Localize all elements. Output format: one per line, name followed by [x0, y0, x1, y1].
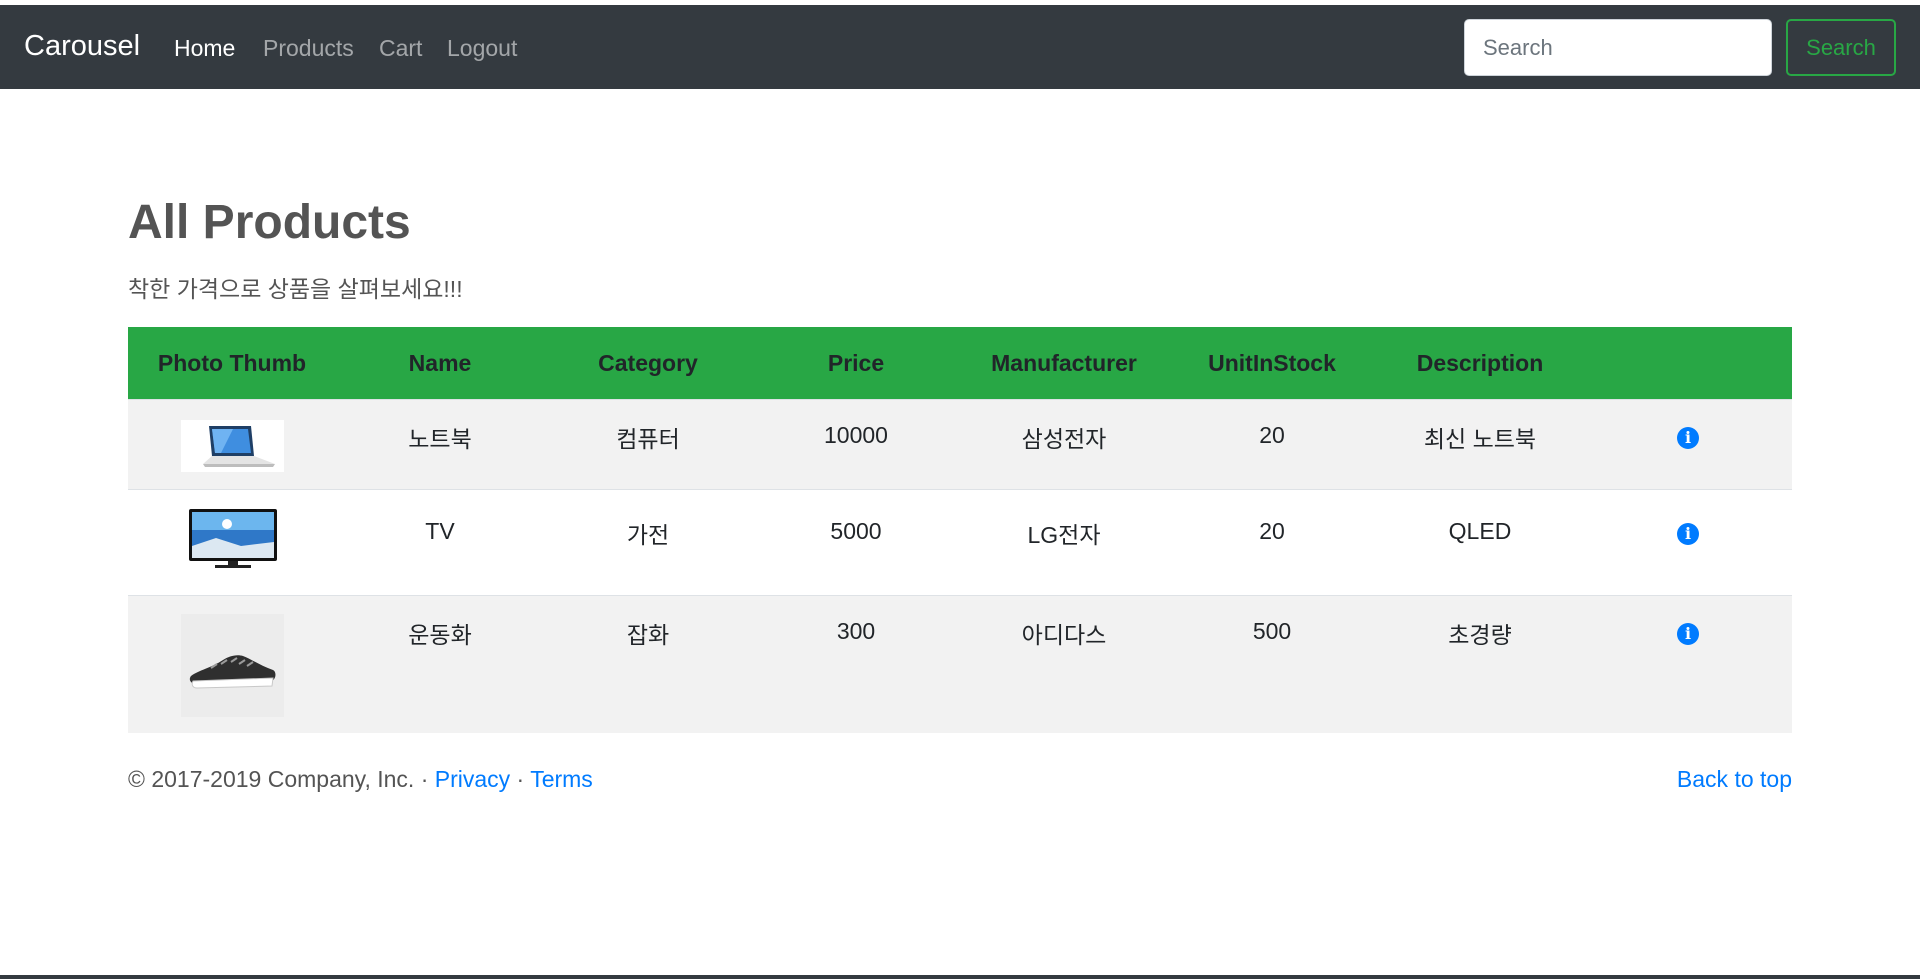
- product-unit-in-stock: 500: [1252, 618, 1292, 644]
- col-header-description: Description: [1416, 349, 1544, 376]
- photo-thumb-cell: [128, 596, 336, 717]
- table-row: TV 가전 5000 LG전자 20 QLED i: [128, 489, 1792, 595]
- product-manufacturer: LG전자: [1027, 522, 1101, 548]
- page-subtitle: 착한 가격으로 상품을 살펴보세요!!!: [128, 276, 463, 302]
- table-row: 운동화 잡화 300 아디다스 500 초경량 i: [128, 595, 1792, 733]
- col-header-unit-in-stock: UnitInStock: [1208, 349, 1336, 376]
- product-category: 컴퓨터: [616, 426, 680, 452]
- bottom-border: [0, 975, 1920, 979]
- photo-thumb-cell: [128, 400, 336, 472]
- col-header-category: Category: [598, 349, 698, 376]
- back-to-top-link[interactable]: Back to top: [1677, 766, 1792, 793]
- product-price: 10000: [824, 422, 888, 448]
- info-icon[interactable]: i: [1677, 523, 1699, 545]
- table-row: 노트북 컴퓨터 10000 삼성전자 20 최신 노트북 i: [128, 399, 1792, 489]
- info-icon[interactable]: i: [1677, 623, 1699, 645]
- footer-copyright: © 2017-2019 Company, Inc. ·: [128, 766, 435, 792]
- product-detail-cell: i: [1584, 596, 1792, 645]
- product-name: TV: [425, 518, 455, 544]
- tv-thumbnail: [180, 508, 284, 572]
- col-header-price: Price: [827, 349, 885, 376]
- product-category: 잡화: [626, 622, 670, 648]
- brand-link[interactable]: Carousel: [24, 30, 140, 63]
- product-manufacturer: 아디다스: [1021, 622, 1107, 648]
- laptop-thumbnail: [180, 420, 284, 472]
- table-header-row: Photo Thumb Name Category Price Manufact…: [128, 327, 1792, 399]
- footer-terms-link[interactable]: Terms: [530, 766, 593, 792]
- search-input[interactable]: [1464, 19, 1772, 76]
- product-category: 가전: [626, 522, 670, 548]
- sneaker-thumbnail: [180, 614, 284, 717]
- col-header-name: Name: [408, 349, 472, 376]
- footer-privacy-link[interactable]: Privacy: [435, 766, 510, 792]
- page-title: All Products: [128, 196, 411, 249]
- nav-link-home[interactable]: Home: [174, 35, 235, 62]
- product-description: QLED: [1448, 518, 1512, 544]
- info-icon[interactable]: i: [1677, 427, 1699, 449]
- nav-link-cart[interactable]: Cart: [379, 35, 422, 62]
- col-header-manufacturer: Manufacturer: [991, 349, 1137, 376]
- product-name: 운동화: [408, 622, 472, 648]
- page-footer: © 2017-2019 Company, Inc. · Privacy · Te…: [128, 766, 1792, 796]
- col-header-photo-thumb: Photo Thumb: [157, 349, 307, 376]
- product-price: 300: [836, 618, 876, 644]
- photo-thumb-cell: [128, 490, 336, 572]
- product-price: 5000: [830, 518, 882, 544]
- product-unit-in-stock: 20: [1259, 518, 1285, 544]
- nav-link-products[interactable]: Products: [263, 35, 354, 62]
- product-unit-in-stock: 20: [1259, 422, 1285, 448]
- product-description: 초경량: [1448, 622, 1512, 648]
- search-button[interactable]: Search: [1786, 19, 1896, 76]
- top-navbar: Carousel Home Products Cart Logout Searc…: [0, 5, 1920, 89]
- product-description: 최신 노트북: [1423, 426, 1537, 452]
- footer-separator: ·: [510, 766, 531, 792]
- products-table: Photo Thumb Name Category Price Manufact…: [128, 327, 1792, 733]
- product-manufacturer: 삼성전자: [1021, 426, 1107, 452]
- product-name: 노트북: [408, 426, 472, 452]
- nav-link-logout[interactable]: Logout: [447, 35, 517, 62]
- product-detail-cell: i: [1584, 490, 1792, 545]
- product-detail-cell: i: [1584, 400, 1792, 449]
